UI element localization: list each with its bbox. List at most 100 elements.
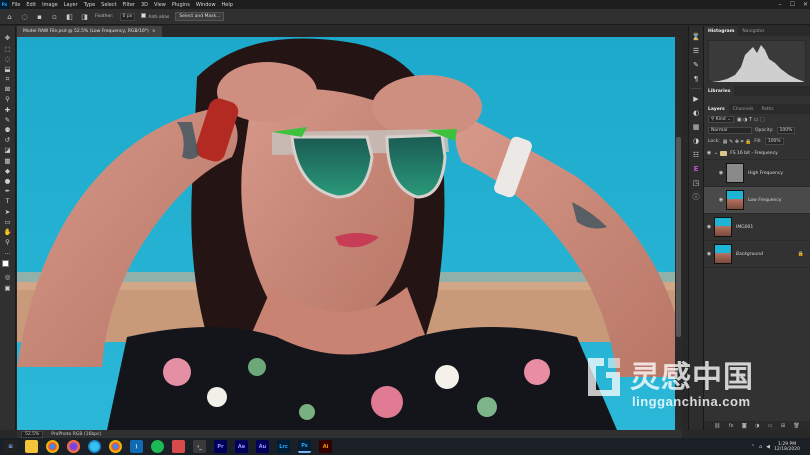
zoom-tool-icon[interactable]: ⚲ — [2, 238, 13, 247]
premiere-icon[interactable]: Pr — [214, 440, 227, 453]
opacity-input[interactable]: 100% — [776, 127, 796, 134]
menu-view[interactable]: View — [151, 2, 169, 8]
feather-input[interactable]: 0 px — [119, 12, 136, 21]
tab-histogram[interactable]: Histogram — [704, 26, 739, 36]
app-icon[interactable] — [172, 440, 185, 453]
close-tab-icon[interactable]: × — [152, 29, 156, 34]
scrollbar-thumb[interactable] — [676, 137, 681, 337]
visibility-eye-icon[interactable]: ◉ — [704, 224, 714, 230]
frame-tool-icon[interactable]: ⊠ — [2, 85, 13, 94]
chrome-icon[interactable] — [46, 440, 59, 453]
more-tools-icon[interactable]: … — [2, 248, 13, 257]
healing-brush-icon[interactable]: ✚ — [2, 105, 13, 114]
crop-tool-icon[interactable]: ⌗ — [2, 75, 13, 84]
network-icon[interactable]: ⌂ — [759, 444, 762, 450]
menu-3d[interactable]: 3D — [138, 2, 151, 8]
info-icon[interactable]: ⓘ — [692, 192, 701, 201]
move-tool-icon[interactable]: ✥ — [2, 34, 13, 43]
audition-icon[interactable]: Au — [256, 440, 269, 453]
eyedropper-icon[interactable]: ⚲ — [2, 95, 13, 104]
foreground-color-swatch[interactable] — [1, 260, 9, 268]
fill-input[interactable]: 100% — [764, 138, 784, 145]
visibility-eye-icon[interactable]: ◉ — [716, 197, 726, 203]
screen-mode-icon[interactable]: ▣ — [2, 283, 13, 292]
menu-help[interactable]: Help — [219, 2, 236, 8]
color-profile-info[interactable]: ProPhoto RGB (16bpc) — [51, 432, 101, 437]
layer-row-high-frequency[interactable]: ◉ High Frequency — [704, 160, 810, 187]
vscode-icon[interactable]: ⟩ — [130, 440, 143, 453]
menu-plugins[interactable]: Plugins — [169, 2, 193, 8]
expand-chevron-icon[interactable]: ⌄ — [714, 150, 718, 156]
link-icon[interactable]: ⛓ — [714, 423, 720, 429]
adjustment-icon[interactable]: ◑ — [755, 423, 759, 429]
mask-icon[interactable]: ◙ — [742, 423, 747, 429]
menu-file[interactable]: File — [9, 2, 23, 8]
eraser-icon[interactable]: ◪ — [2, 146, 13, 155]
spotify-icon[interactable] — [151, 440, 164, 453]
visibility-eye-icon[interactable]: ◉ — [704, 251, 714, 257]
glyphs-icon[interactable]: ☷ — [692, 150, 701, 159]
blur-tool-icon[interactable]: ◆ — [2, 166, 13, 175]
dodge-tool-icon[interactable]: ● — [2, 177, 13, 186]
photoshop-icon[interactable]: Ps — [298, 440, 311, 453]
filter-icons[interactable]: ▣ ◑ T ▭ ⬚ — [737, 117, 765, 123]
close-icon[interactable]: ✕ — [803, 1, 808, 8]
home-icon[interactable]: ⌂ — [5, 12, 14, 21]
pen-tool-icon[interactable]: ✒ — [2, 187, 13, 196]
actions-icon[interactable]: ▶ — [692, 94, 701, 103]
after-effects-icon[interactable]: Ae — [235, 440, 248, 453]
gradient-icon[interactable]: ▦ — [2, 156, 13, 165]
menu-image[interactable]: Image — [39, 2, 61, 8]
antialias-checkbox[interactable]: Anti-alias — [141, 13, 169, 20]
layer-row-group[interactable]: ◉ ⌄ FS 16 bit - Frequency — [704, 147, 810, 160]
clone-stamp-icon[interactable]: ⚉ — [2, 126, 13, 135]
extension-icon[interactable]: E — [692, 164, 701, 173]
lasso-tool-icon[interactable]: ◌ — [20, 12, 29, 21]
rectangle-tool-icon[interactable]: ▭ — [2, 217, 13, 226]
tab-libraries[interactable]: Libraries — [704, 86, 735, 96]
lock-icons[interactable]: ▦ ✎ ✥ ⌗ 🔒 — [723, 139, 752, 145]
portrait-photo[interactable] — [17, 37, 682, 430]
menu-select[interactable]: Select — [98, 2, 119, 8]
trash-icon[interactable]: 🗑 — [793, 423, 799, 429]
volume-icon[interactable]: ◀ — [766, 444, 770, 450]
menu-filter[interactable]: Filter — [120, 2, 138, 8]
layer-row-low-frequency[interactable]: ◉ Low Frequency — [704, 187, 810, 214]
new-selection-icon[interactable]: ▪ — [35, 12, 44, 21]
tab-channels[interactable]: Channels — [729, 104, 758, 114]
start-icon[interactable]: ⊞ — [4, 440, 17, 453]
hand-tool-icon[interactable]: ✋ — [2, 228, 13, 237]
minimize-icon[interactable]: – — [779, 1, 782, 8]
menu-edit[interactable]: Edit — [23, 2, 39, 8]
filter-kind-select[interactable]: ⚲ Kind ⌄ — [708, 116, 734, 123]
tab-navigator[interactable]: Navigator — [738, 26, 768, 36]
menu-window[interactable]: Window — [193, 2, 219, 8]
visibility-eye-icon[interactable]: ◉ — [716, 170, 726, 176]
swatches-icon[interactable]: ▦ — [692, 122, 701, 131]
subtract-selection-icon[interactable]: ◧ — [65, 12, 74, 21]
menu-type[interactable]: Type — [81, 2, 98, 8]
terminal-icon[interactable]: ›_ — [193, 440, 206, 453]
layers-comp-icon[interactable]: ◳ — [692, 178, 701, 187]
lasso-tool-icon[interactable]: ◌ — [2, 54, 13, 63]
path-select-icon[interactable]: ➤ — [2, 207, 13, 216]
brush-tool-icon[interactable]: ✎ — [2, 116, 13, 125]
layer-row-img001[interactable]: ◉ IMG001 — [704, 214, 810, 241]
color-swatches[interactable] — [1, 260, 14, 272]
layer-row-background[interactable]: ◉ Background 🔒 — [704, 241, 810, 268]
properties-icon[interactable]: ☰ — [692, 46, 701, 55]
brush-settings-icon[interactable]: ✎ — [692, 60, 701, 69]
illustrator-icon[interactable]: Ai — [319, 440, 332, 453]
folder-icon[interactable]: ▭ — [768, 423, 773, 429]
intersect-selection-icon[interactable]: ◨ — [80, 12, 89, 21]
menu-layer[interactable]: Layer — [61, 2, 81, 8]
document-tab[interactable]: Model RAW File.psd @ 52.5% (Low Frequenc… — [17, 26, 162, 37]
paragraph-icon[interactable]: ¶ — [692, 74, 701, 83]
chevron-up-icon[interactable]: ⌃ — [751, 444, 755, 450]
canvas-area[interactable] — [17, 37, 682, 430]
taskbar-clock[interactable]: 1:29 PM 12/18/2020 — [774, 438, 800, 455]
new-layer-icon[interactable]: ⊞ — [781, 423, 785, 429]
explorer-icon[interactable] — [25, 440, 38, 453]
edge-icon[interactable] — [88, 440, 101, 453]
zoom-level-field[interactable]: 52.5% — [21, 430, 44, 438]
